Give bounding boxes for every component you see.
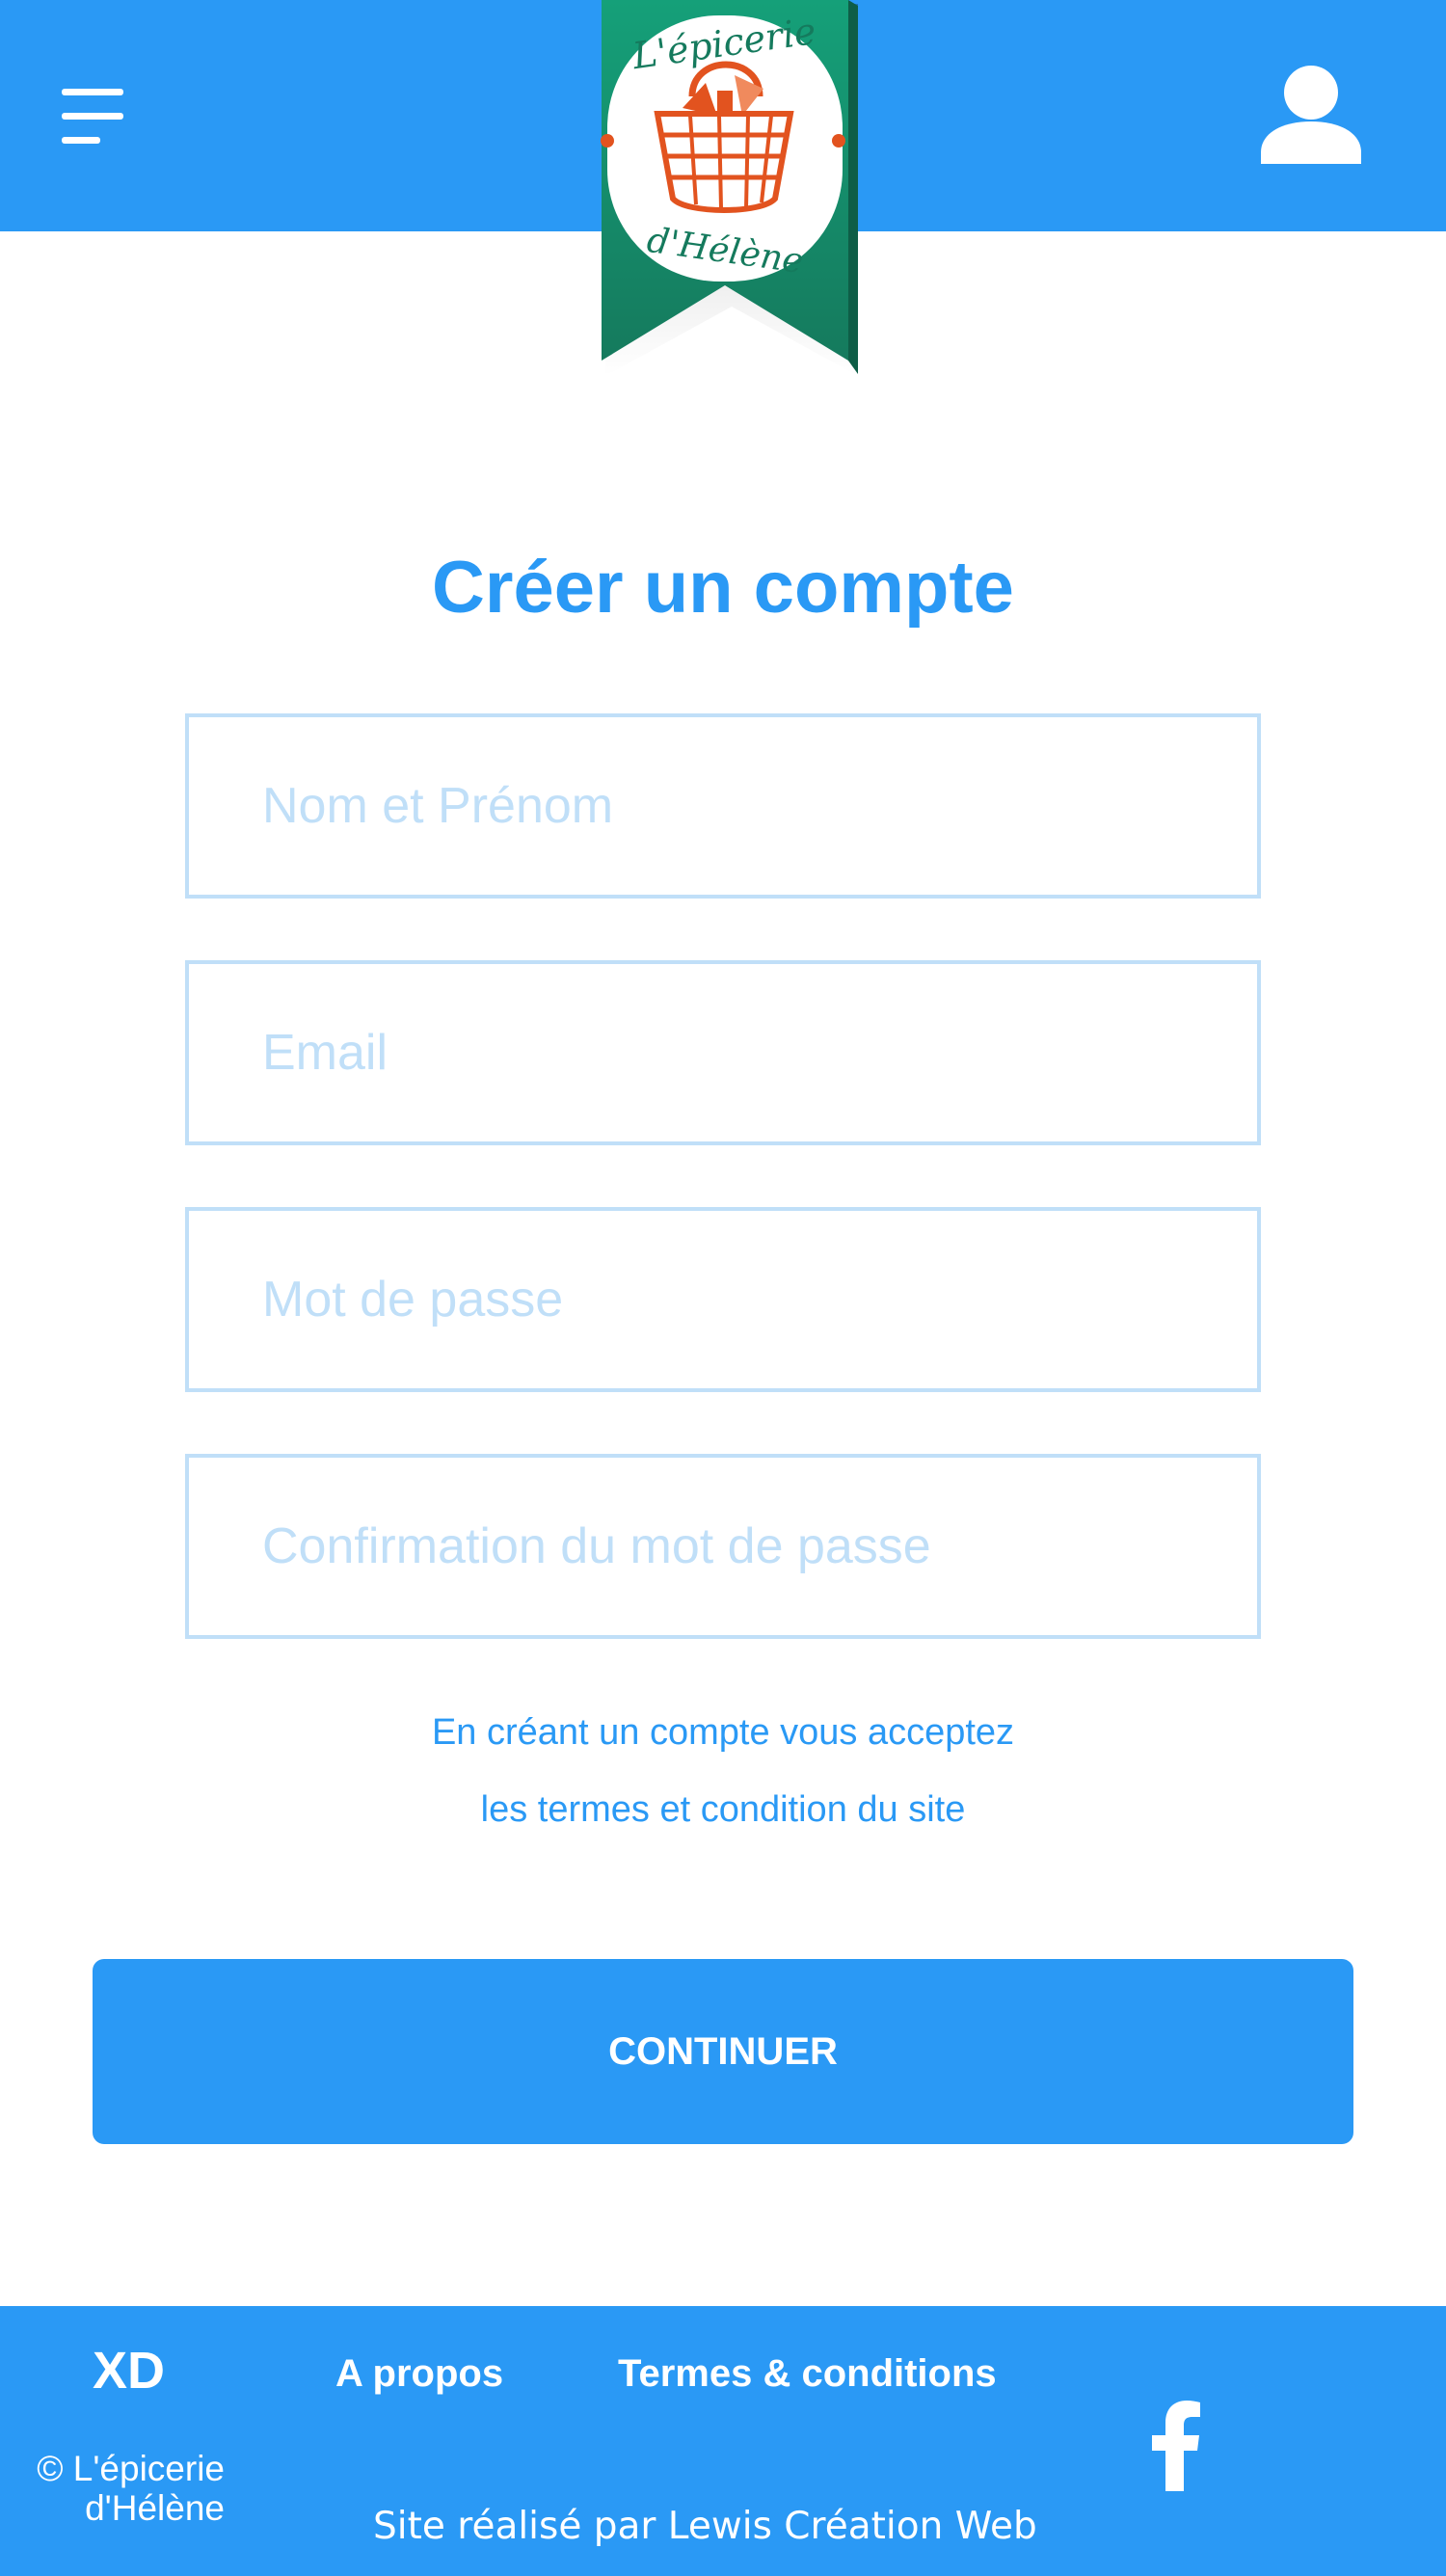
footer-link-terms[interactable]: Termes & conditions [618, 2352, 997, 2396]
copyright: © L'épicerie d'Hélène [17, 2449, 225, 2529]
menu-icon[interactable] [62, 89, 123, 144]
site-credit: Site réalisé par Lewis Création Web [373, 2505, 1037, 2548]
terms-link[interactable]: les termes et condition du site [0, 1789, 1446, 1831]
terms-notice: En créant un compte vous acceptez [431, 1712, 1015, 1753]
footer-link-about[interactable]: A propos [335, 2352, 503, 2396]
footer-brand: XD [93, 2342, 166, 2400]
continue-button[interactable]: CONTINUER [93, 1959, 1353, 2144]
copyright-line-2: d'Hélène [85, 2488, 225, 2529]
facebook-icon[interactable] [1149, 2399, 1203, 2491]
full-name-input[interactable] [185, 713, 1261, 899]
password-input[interactable] [185, 1207, 1261, 1392]
copyright-line-1: © L'épicerie [37, 2449, 225, 2488]
site-footer: XD © L'épicerie d'Hélène A propos Termes… [0, 2306, 1446, 2576]
email-input[interactable] [185, 960, 1261, 1145]
brand-logo[interactable]: L'épicerie d'Hélène [598, 0, 868, 378]
confirm-password-input[interactable] [185, 1454, 1261, 1639]
user-icon[interactable] [1261, 64, 1361, 164]
page-title: Créer un compte [432, 547, 1014, 629]
